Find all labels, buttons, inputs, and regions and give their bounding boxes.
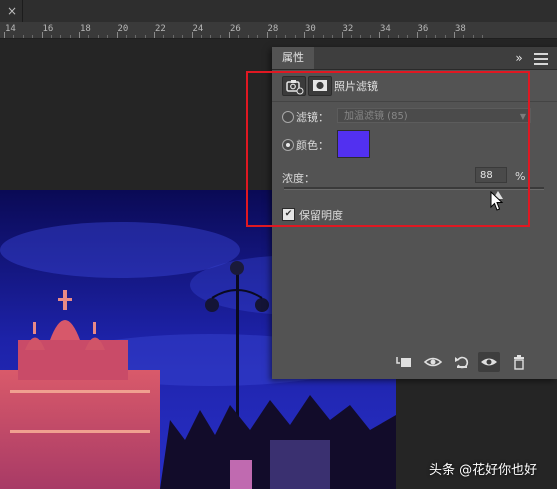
ruler-minor-tick xyxy=(444,35,446,38)
tab-divider xyxy=(22,0,23,22)
ruler-minor-tick xyxy=(219,35,221,38)
ruler-minor-tick xyxy=(13,35,15,38)
ruler-minor-tick xyxy=(275,35,277,38)
ruler-tick xyxy=(341,32,343,38)
ruler-minor-tick xyxy=(369,35,371,38)
ruler-minor-tick xyxy=(210,35,212,38)
document-tab-bar: × xyxy=(0,0,557,22)
ruler-minor-tick xyxy=(172,35,174,38)
ruler-minor-tick xyxy=(107,35,109,38)
ruler-tick xyxy=(116,32,118,38)
ruler-minor-tick xyxy=(257,35,259,38)
ruler-minor-tick xyxy=(238,35,240,38)
ruler-minor-tick xyxy=(163,35,165,38)
panel-menu-icon[interactable] xyxy=(534,50,548,66)
ruler-minor-tick xyxy=(285,35,287,38)
ruler-label: 14 xyxy=(5,24,16,34)
ruler-label: 32 xyxy=(342,24,354,34)
ruler-minor-tick xyxy=(125,35,127,38)
view-previous-icon[interactable] xyxy=(422,352,444,372)
ruler-tick xyxy=(41,32,43,38)
ruler-minor-tick xyxy=(350,35,352,38)
ruler-minor-tick xyxy=(182,35,184,38)
ruler-minor-tick xyxy=(135,35,137,38)
ruler-tick xyxy=(304,32,305,38)
ruler-minor-tick xyxy=(32,35,34,38)
ruler-label: 38 xyxy=(455,24,466,34)
ruler-minor-tick xyxy=(425,35,427,38)
ruler-minor-tick xyxy=(397,35,399,38)
watermark: 头条 @花好你也好 xyxy=(429,463,538,478)
ruler-tick xyxy=(191,32,193,38)
ruler-label: 16 xyxy=(42,24,54,34)
ruler-minor-tick xyxy=(50,35,52,38)
highlight-frame xyxy=(246,71,530,227)
ruler-minor-tick xyxy=(322,35,324,38)
visibility-icon[interactable] xyxy=(478,352,500,372)
ruler-minor-tick xyxy=(472,35,474,38)
ruler-minor-tick xyxy=(407,35,409,38)
ruler-tick xyxy=(416,32,418,38)
ruler-minor-tick xyxy=(69,35,71,38)
ruler-minor-tick xyxy=(435,35,437,38)
horizontal-ruler[interactable]: 14 16 18 20 22 24 26 28 30 32 34 36 38 xyxy=(0,22,557,39)
ruler-minor-tick xyxy=(332,35,334,38)
ruler-label: 28 xyxy=(267,24,279,34)
delete-icon[interactable] xyxy=(508,352,530,372)
collapse-panel-icon[interactable]: » xyxy=(511,49,527,67)
ruler-tick xyxy=(229,32,230,38)
ruler-minor-tick xyxy=(463,35,465,38)
clip-to-layer-icon[interactable] xyxy=(393,352,415,372)
ruler-tick xyxy=(4,32,5,38)
ruler-minor-tick xyxy=(144,35,146,38)
panel-header: 属性 » xyxy=(272,47,557,70)
ruler-label: 30 xyxy=(305,24,316,34)
ruler-minor-tick xyxy=(313,35,315,38)
panel-footer xyxy=(272,349,557,375)
ruler-label: 20 xyxy=(117,24,129,34)
ruler-minor-tick xyxy=(200,35,202,38)
ruler-minor-tick xyxy=(97,35,99,38)
ruler-tick xyxy=(454,32,455,38)
ruler-minor-tick xyxy=(60,35,62,38)
ruler-minor-tick xyxy=(88,35,90,38)
ruler-label: 36 xyxy=(417,24,429,34)
ruler-label: 24 xyxy=(192,24,204,34)
ruler-minor-tick xyxy=(482,35,484,38)
ruler-tick xyxy=(154,32,155,38)
tab-properties[interactable]: 属性 xyxy=(272,47,314,69)
ruler-minor-tick xyxy=(360,35,362,38)
ruler-minor-tick xyxy=(388,35,390,38)
ruler-minor-tick xyxy=(22,35,24,38)
ruler-minor-tick xyxy=(294,35,296,38)
ruler-tick xyxy=(379,32,380,38)
ruler-label: 34 xyxy=(380,24,391,34)
ruler-tick xyxy=(266,32,268,38)
close-tab-icon[interactable]: × xyxy=(4,3,20,19)
ruler-label: 26 xyxy=(230,24,241,34)
ruler-minor-tick xyxy=(247,35,249,38)
ruler-tick xyxy=(79,32,80,38)
ruler-label: 18 xyxy=(80,24,91,34)
ruler-label: 22 xyxy=(155,24,166,34)
reset-icon[interactable] xyxy=(451,352,473,372)
